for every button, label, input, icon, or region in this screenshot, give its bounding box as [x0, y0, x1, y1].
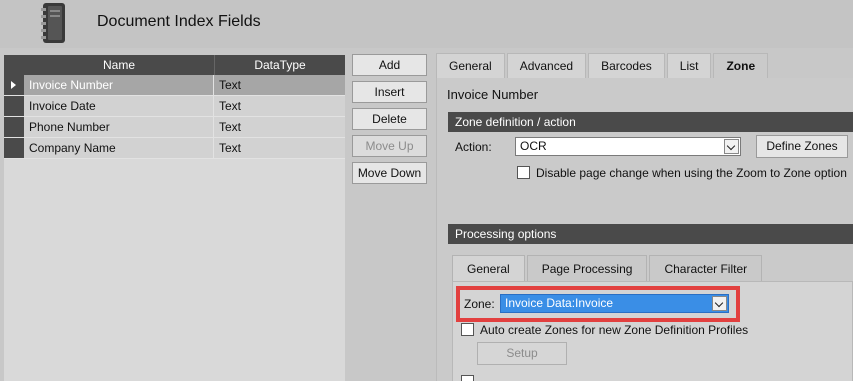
cell-datatype[interactable]: Text [214, 138, 345, 158]
tab-list[interactable]: List [666, 53, 712, 78]
notebook-icon [41, 3, 65, 43]
action-label: Action: [455, 140, 492, 154]
disable-page-change-checkbox[interactable] [517, 166, 530, 179]
cell-name[interactable]: Company Name [24, 138, 214, 158]
cell-datatype[interactable]: Text [214, 96, 345, 116]
grid-header: Name DataType [4, 55, 345, 75]
column-header-datatype[interactable]: DataType [214, 55, 345, 75]
define-zones-button[interactable]: Define Zones [756, 135, 848, 158]
cell-name[interactable]: Invoice Date [24, 96, 214, 116]
field-settings-tabs: General Advanced Barcodes List Zone [436, 53, 770, 79]
partial-checkbox[interactable] [461, 375, 474, 381]
tab-advanced[interactable]: Advanced [506, 53, 587, 78]
table-row[interactable]: Invoice Date Text [4, 96, 345, 117]
current-field-name: Invoice Number [447, 87, 539, 102]
setup-button[interactable]: Setup [477, 342, 567, 365]
window-header: Document Index Fields [0, 0, 853, 48]
row-selector[interactable] [4, 117, 24, 137]
cell-datatype[interactable]: Text [214, 75, 345, 95]
action-dropdown-value: OCR [520, 139, 547, 153]
subtab-page-processing[interactable]: Page Processing [526, 255, 648, 282]
tab-zone[interactable]: Zone [713, 53, 769, 79]
chevron-down-icon[interactable] [724, 139, 739, 154]
disable-page-change-label: Disable page change when using the Zoom … [536, 166, 847, 180]
row-selector[interactable] [4, 75, 24, 95]
auto-create-zones-label: Auto create Zones for new Zone Definitio… [480, 323, 749, 337]
tab-general[interactable]: General [436, 53, 505, 78]
add-button[interactable]: Add [352, 54, 427, 76]
subtab-character-filter[interactable]: Character Filter [649, 255, 763, 282]
grid-corner [4, 55, 24, 75]
row-selector[interactable] [4, 96, 24, 116]
cell-datatype[interactable]: Text [214, 117, 345, 137]
subtab-general[interactable]: General [452, 255, 525, 282]
highlight-box [456, 286, 740, 322]
move-down-button[interactable]: Move Down [352, 162, 427, 184]
section-zone-definition: Zone definition / action [448, 112, 853, 132]
cell-name[interactable]: Invoice Number [24, 75, 214, 95]
auto-create-zones-checkbox[interactable] [461, 323, 474, 336]
processing-subtabs: General Page Processing Character Filter [452, 255, 764, 282]
column-header-name[interactable]: Name [24, 55, 214, 75]
insert-button[interactable]: Insert [352, 81, 427, 103]
action-dropdown[interactable]: OCR [515, 137, 741, 156]
window-title: Document Index Fields [97, 13, 261, 30]
row-selector[interactable] [4, 138, 24, 158]
cell-name[interactable]: Phone Number [24, 117, 214, 137]
table-row[interactable]: Phone Number Text [4, 117, 345, 138]
index-fields-grid[interactable]: Name DataType Invoice Number Text Invoic… [4, 55, 345, 381]
table-row[interactable]: Company Name Text [4, 138, 345, 159]
section-processing-options: Processing options [448, 224, 853, 244]
current-row-arrow-icon [11, 81, 16, 89]
tab-barcodes[interactable]: Barcodes [588, 53, 665, 78]
move-up-button[interactable]: Move Up [352, 135, 427, 157]
delete-button[interactable]: Delete [352, 108, 427, 130]
table-row[interactable]: Invoice Number Text [4, 75, 345, 96]
